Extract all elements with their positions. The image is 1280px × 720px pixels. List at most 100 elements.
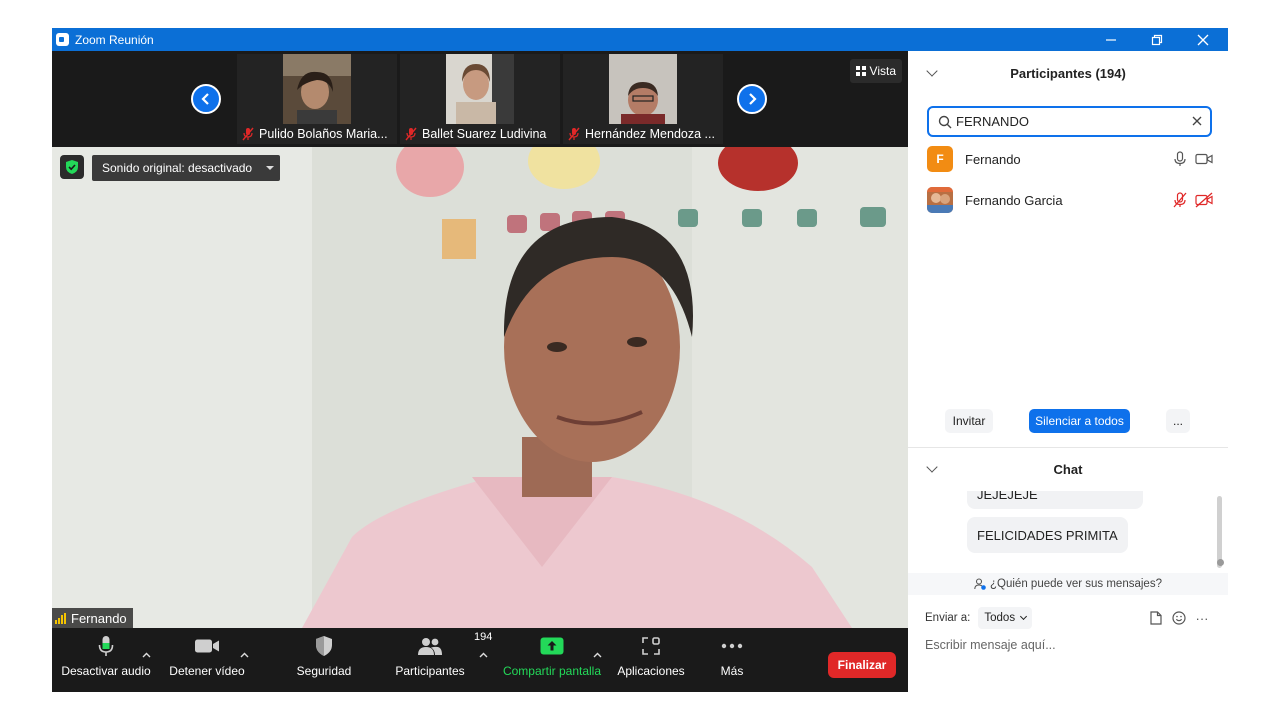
chat-more-button[interactable]: ··· — [1194, 610, 1210, 626]
file-icon — [1150, 611, 1162, 625]
chat-message: JEJEJEJE — [967, 491, 1143, 509]
chat-message: FELICIDADES PRIMITA — [967, 517, 1128, 553]
participants-button[interactable]: 194 Participantes — [388, 628, 492, 692]
thumbnail-name: Ballet Suarez Ludivina — [422, 127, 547, 141]
title-bar: Zoom Reunión — [52, 28, 1228, 51]
chat-messages: JEJEJEJE FELICIDADES PRIMITA — [908, 491, 1228, 571]
send-file-button[interactable] — [1148, 610, 1164, 626]
restore-icon — [1151, 34, 1163, 45]
participant-avatar — [927, 187, 953, 213]
mic-muted-icon — [242, 127, 254, 141]
chevron-up-icon — [593, 652, 602, 658]
apps-button[interactable]: Aplicaciones — [610, 628, 692, 692]
grid-view-icon — [855, 66, 866, 76]
restore-button[interactable] — [1134, 28, 1180, 51]
security-button[interactable]: Seguridad — [288, 628, 360, 692]
encryption-shield-button[interactable] — [60, 155, 84, 179]
end-meeting-button[interactable]: Finalizar — [828, 652, 896, 678]
thumbnail-strip: Pulido Bolaños Maria... Ballet Suarez Lu… — [52, 51, 908, 147]
participant-video — [609, 54, 677, 124]
participant-name: Fernando Garcia — [965, 192, 1063, 208]
stop-video-button[interactable]: Detener vídeo — [164, 628, 250, 692]
shield-check-icon — [66, 160, 78, 174]
participant-row[interactable]: Fernando Garcia — [908, 180, 1228, 220]
participant-row[interactable]: F Fernando — [908, 139, 1228, 179]
video-off-icon[interactable] — [1195, 192, 1213, 208]
emoji-button[interactable] — [1171, 610, 1187, 626]
audio-options-caret[interactable] — [142, 649, 151, 661]
chevron-up-icon — [479, 652, 488, 658]
participants-header: Participantes (194) — [908, 51, 1228, 95]
clear-search-icon[interactable] — [1192, 113, 1202, 130]
chevron-up-icon — [142, 652, 151, 658]
emoji-icon — [1172, 611, 1186, 625]
original-sound-dropdown[interactable]: Sonido original: desactivado — [92, 155, 280, 181]
video-area: Pulido Bolaños Maria... Ballet Suarez Lu… — [52, 51, 908, 692]
microphone-icon — [97, 628, 115, 664]
share-options-caret[interactable] — [593, 649, 602, 661]
mic-muted-icon — [568, 127, 580, 141]
next-page-button[interactable] — [737, 84, 767, 114]
chevron-down-icon — [1020, 612, 1028, 621]
participants-count: 194 — [474, 631, 493, 643]
minimize-button[interactable] — [1088, 28, 1134, 51]
more-dots-icon — [721, 628, 743, 664]
apps-label: Aplicaciones — [617, 664, 685, 678]
share-screen-label: Compartir pantalla — [502, 664, 602, 678]
participant-video — [283, 54, 351, 124]
person-info-icon — [974, 578, 986, 590]
participant-thumbnail[interactable]: Hernández Mendoza ... — [563, 54, 723, 144]
more-button[interactable]: Más — [702, 628, 762, 692]
chevron-up-icon — [240, 652, 249, 658]
chat-title: Chat — [1053, 461, 1083, 477]
previous-page-button[interactable] — [191, 84, 221, 114]
participants-options-caret[interactable] — [479, 649, 488, 661]
collapse-participants-icon[interactable] — [926, 65, 938, 77]
invite-button[interactable]: Invitar — [945, 409, 993, 433]
participant-name: Fernando — [965, 151, 1021, 167]
panel-divider — [908, 447, 1228, 448]
security-label: Seguridad — [296, 664, 352, 678]
security-shield-icon — [315, 628, 333, 664]
send-to-dropdown[interactable]: Todos — [978, 607, 1033, 629]
send-to-row: Enviar a: Todos — [925, 607, 1033, 629]
chat-scroll-thumb[interactable] — [1217, 559, 1224, 566]
video-options-caret[interactable] — [240, 649, 249, 661]
participant-search-box[interactable] — [927, 106, 1212, 137]
close-button[interactable] — [1180, 28, 1226, 51]
message-visibility-text: ¿Quién puede ver sus mensajes? — [990, 578, 1162, 590]
apps-icon — [641, 628, 661, 664]
main-speaker-video: Sonido original: desactivado Fernando — [52, 147, 908, 628]
video-camera-icon — [194, 628, 220, 664]
message-visibility-link[interactable]: ¿Quién puede ver sus mensajes? — [908, 573, 1228, 595]
stop-video-label: Detener vídeo — [169, 664, 245, 678]
mute-audio-label: Desactivar audio — [61, 664, 151, 678]
window-title: Zoom Reunión — [75, 32, 154, 47]
speaker-video-frame — [52, 147, 908, 628]
participant-photo — [927, 187, 953, 213]
send-to-value: Todos — [984, 612, 1016, 624]
original-sound-label: Sonido original: desactivado — [102, 161, 253, 175]
view-button[interactable]: Vista — [849, 59, 902, 83]
participant-thumbnail[interactable]: Ballet Suarez Ludivina — [400, 54, 560, 144]
mute-all-button[interactable]: Silenciar a todos — [1029, 409, 1130, 433]
chat-scrollbar[interactable] — [1217, 496, 1222, 568]
participants-more-button[interactable]: ... — [1166, 409, 1190, 433]
chat-message-input[interactable] — [925, 633, 1215, 657]
send-to-label: Enviar a: — [925, 612, 971, 624]
participant-thumbnail[interactable]: Pulido Bolaños Maria... — [237, 54, 397, 144]
participants-icon: 194 — [417, 628, 492, 664]
mic-muted-icon[interactable] — [1173, 192, 1187, 208]
share-screen-button[interactable]: Compartir pantalla — [500, 628, 604, 692]
meeting-toolbar: Desactivar audio Detener vídeo Seguridad — [52, 628, 908, 692]
view-button-label: Vista — [869, 64, 896, 78]
thumbnail-name-tag: Ballet Suarez Ludivina — [400, 124, 560, 144]
share-screen-icon — [540, 628, 564, 664]
mute-audio-button[interactable]: Desactivar audio — [61, 628, 151, 692]
collapse-chat-icon[interactable] — [926, 461, 938, 473]
microphone-icon[interactable] — [1173, 151, 1187, 167]
video-camera-icon[interactable] — [1195, 151, 1213, 167]
thumbnail-name: Pulido Bolaños Maria... — [259, 127, 388, 141]
participant-search-input[interactable] — [956, 114, 1186, 129]
mic-muted-icon — [405, 127, 417, 141]
